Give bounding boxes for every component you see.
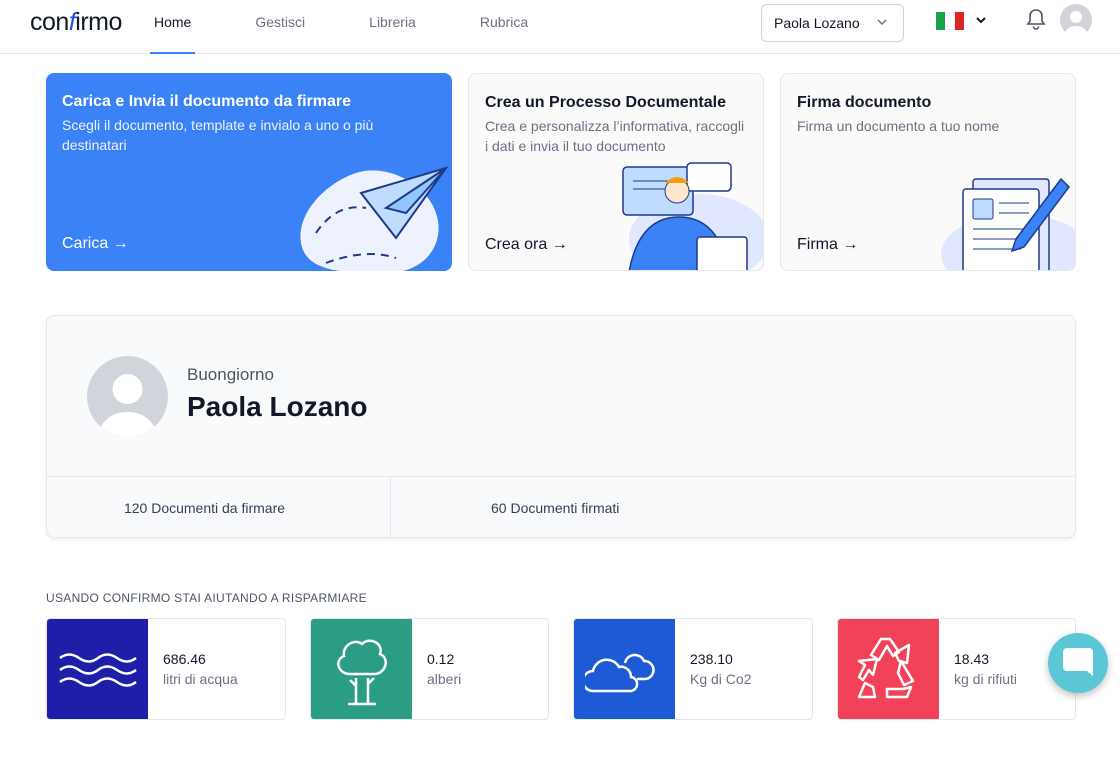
savings-value: 0.12 [427,651,455,667]
confirmo-logo[interactable]: confirmo [30,8,122,37]
sign-document-card[interactable]: Firma documento Firma un documento a tuo… [780,73,1076,271]
user-select[interactable]: Paola Lozano [761,4,904,42]
greeting: Buongiorno [187,365,274,384]
savings-waste-tile: 18.43 kg di rifiuti [837,618,1076,720]
recycle-icon [838,619,939,719]
docs-to-sign-stat[interactable]: 120 Documenti da firmare [47,477,391,537]
docs-signed-stat[interactable]: 60 Documenti firmati [391,477,619,537]
sign-link[interactable]: Firma → [797,236,858,254]
user-avatar-icon[interactable] [1060,4,1092,36]
language-chevron-icon[interactable] [974,12,988,28]
language-flag-icon[interactable] [936,12,964,30]
savings-title: USANDO CONFIRMO STAI AIUTANDO A RISPARMI… [46,591,367,605]
savings-co2-tile: 238.10 Kg di Co2 [573,618,813,720]
card-description: Scegli il documento, template e invialo … [62,117,374,153]
profile-panel: Buongiorno Paola Lozano 120 Documenti da… [46,315,1076,538]
card-title: Carica e Invia il documento da firmare [62,93,351,110]
profile-avatar [87,356,168,437]
savings-value: 686.46 [163,651,206,667]
chat-bubble-icon [1063,648,1093,676]
card-description: Crea e personalizza l’informativa, racco… [485,118,745,154]
nav-rubrica[interactable]: Rubrica [476,0,532,54]
user-select-value: Paola Lozano [774,15,860,31]
nav-home[interactable]: Home [150,0,196,54]
tree-icon [311,619,412,719]
main-nav: Home Gestisci Libreria Rubrica [150,0,588,54]
cloud-icon [574,619,675,719]
upload-send-card[interactable]: Carica e Invia il documento da firmare S… [46,73,452,271]
savings-unit: litri di acqua [163,671,238,687]
savings-unit: kg di rifiuti [954,671,1018,687]
chat-button[interactable] [1048,633,1108,693]
savings-value: 18.43 [954,651,990,667]
savings-water-tile: 686.46 litri di acqua [46,618,286,720]
upload-link[interactable]: Carica → [62,235,129,253]
paper-plane-illustration [300,166,449,271]
savings-trees-tile: 0.12 alberi [310,618,549,720]
top-navbar: confirmo Home Gestisci Libreria Rubrica … [0,0,1120,54]
profile-name: Paola Lozano [187,391,368,422]
create-now-link[interactable]: Crea ora → [485,236,568,254]
nav-gestisci[interactable]: Gestisci [251,0,309,54]
water-waves-icon [47,619,148,719]
stats-row: 120 Documenti da firmare 60 Documenti fi… [47,476,1075,537]
card-title: Crea un Processo Documentale [485,94,726,111]
bell-icon[interactable] [1025,7,1047,31]
document-pen-illustration [941,177,1075,270]
create-process-card[interactable]: Crea un Processo Documentale Crea e pers… [468,73,764,271]
savings-unit: Kg di Co2 [690,671,752,687]
savings-unit: alberi [427,671,462,687]
chevron-down-icon [877,19,887,26]
person-laptop-illustration [622,162,763,270]
nav-libreria[interactable]: Libreria [365,0,420,54]
savings-value: 238.10 [690,651,733,667]
card-title: Firma documento [797,94,932,111]
card-description: Firma un documento a tuo nome [797,118,1000,134]
